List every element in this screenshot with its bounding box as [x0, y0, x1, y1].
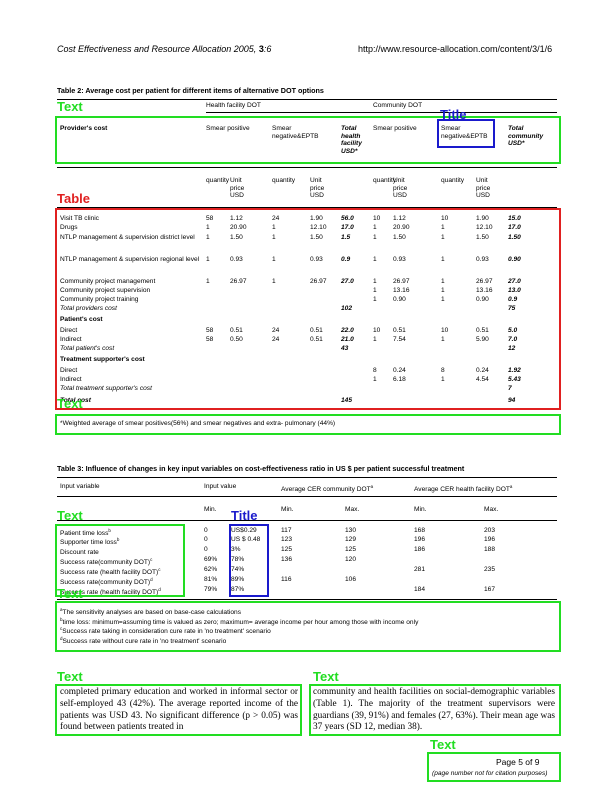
table2-subhead-unit-price: Unit price USD: [476, 177, 491, 200]
table3-cell: 196: [414, 536, 426, 543]
text-region-box: [55, 414, 561, 435]
table3-head-community: Average CER community DOTa: [281, 484, 374, 494]
table2-subhead-quantity: quantity: [441, 177, 465, 184]
table2-group-community: Community DOT: [373, 102, 423, 109]
table2-subhead-unit-price: Unit price USD: [230, 177, 245, 200]
table3-cell: 130: [345, 527, 357, 534]
title-region-box: [229, 524, 269, 597]
table3-subhead-max: Max.: [484, 506, 499, 513]
table3-cell: 129: [345, 536, 357, 543]
table3-cell: 235: [484, 566, 496, 573]
table3-subhead-min: Min.: [204, 506, 217, 513]
table3-caption: Table 3: Influence of changes in key inp…: [57, 464, 465, 473]
table3-head-health-facility: Average CER health facility DOTa: [414, 484, 513, 494]
text-region-label: Text: [57, 396, 83, 411]
table2-rule-group: [206, 112, 557, 113]
table3-cell: 196: [484, 536, 496, 543]
text-region-label: Text: [57, 508, 83, 523]
table2-rule-top: [57, 99, 557, 100]
table2-subhead-quantity: quantity: [272, 177, 296, 184]
table-region-label: Table: [57, 191, 90, 206]
table3-cell: 69%: [204, 556, 218, 563]
table3-cell: 0: [204, 527, 208, 534]
table3-cell: 136: [281, 556, 293, 563]
table3-cell: 62%: [204, 566, 218, 573]
table3-cell: 123: [281, 536, 293, 543]
table3-subhead-min: Min.: [414, 506, 427, 513]
text-region-label: Text: [313, 669, 339, 684]
table3-rule-sub: [57, 520, 557, 521]
text-region-label: Text: [430, 737, 456, 752]
table3-head-variable: Input variable: [60, 483, 100, 490]
table3-subhead-min: Min.: [281, 506, 294, 513]
table3-cell: 0: [204, 536, 208, 543]
table3-cell: 168: [414, 527, 426, 534]
text-region-box: [55, 684, 302, 736]
table3-cell: 186: [414, 546, 426, 553]
text-region-label: Text: [57, 586, 83, 601]
title-region-label: Title: [440, 107, 467, 122]
table2-subhead-unit-price: Unit price USD: [310, 177, 325, 200]
title-region-box: [437, 119, 495, 148]
table3-cell: 79%: [204, 586, 218, 593]
text-region-box: [309, 684, 561, 736]
running-header-url[interactable]: http://www.resource-allocation.com/conte…: [358, 44, 552, 54]
table2-caption: Table 2: Average cost per patient for di…: [57, 86, 324, 95]
text-region-box: [55, 601, 561, 652]
table2-rule-head: [57, 167, 557, 168]
table-region-box: [55, 208, 561, 410]
title-region-label: Title: [231, 508, 258, 523]
table3-cell: 106: [345, 576, 357, 583]
table2-subhead-quantity: quantity: [206, 177, 230, 184]
table3-rule-top: [57, 477, 557, 478]
table3-subhead-max: Max.: [345, 506, 360, 513]
table2-subhead-unit-price: Unit price USD: [393, 177, 408, 200]
table3-cell: 188: [484, 546, 496, 553]
table3-rule-bottom: [57, 599, 557, 600]
table3-cell: 125: [345, 546, 357, 553]
table3-cell: 81%: [204, 576, 218, 583]
table3-cell: 184: [414, 586, 426, 593]
text-region-label: Text: [57, 99, 83, 114]
table3-cell: 117: [281, 527, 292, 534]
table3-cell: 281: [414, 566, 426, 573]
text-region-box: [427, 752, 561, 782]
table3-rule-head: [57, 496, 557, 497]
table3-cell: 167: [484, 586, 496, 593]
table3-cell: 125: [281, 546, 293, 553]
table3-head-value: Input value: [204, 483, 237, 490]
running-header-journal: Cost Effectiveness and Resource Allocati…: [57, 44, 272, 54]
table3-cell: 0: [204, 546, 208, 553]
table3-cell: 203: [484, 527, 496, 534]
text-region-label: Text: [57, 669, 83, 684]
table3-cell: 120: [345, 556, 357, 563]
table2-group-health-facility: Health facility DOT: [206, 102, 261, 109]
table3-cell: 116: [281, 576, 292, 583]
